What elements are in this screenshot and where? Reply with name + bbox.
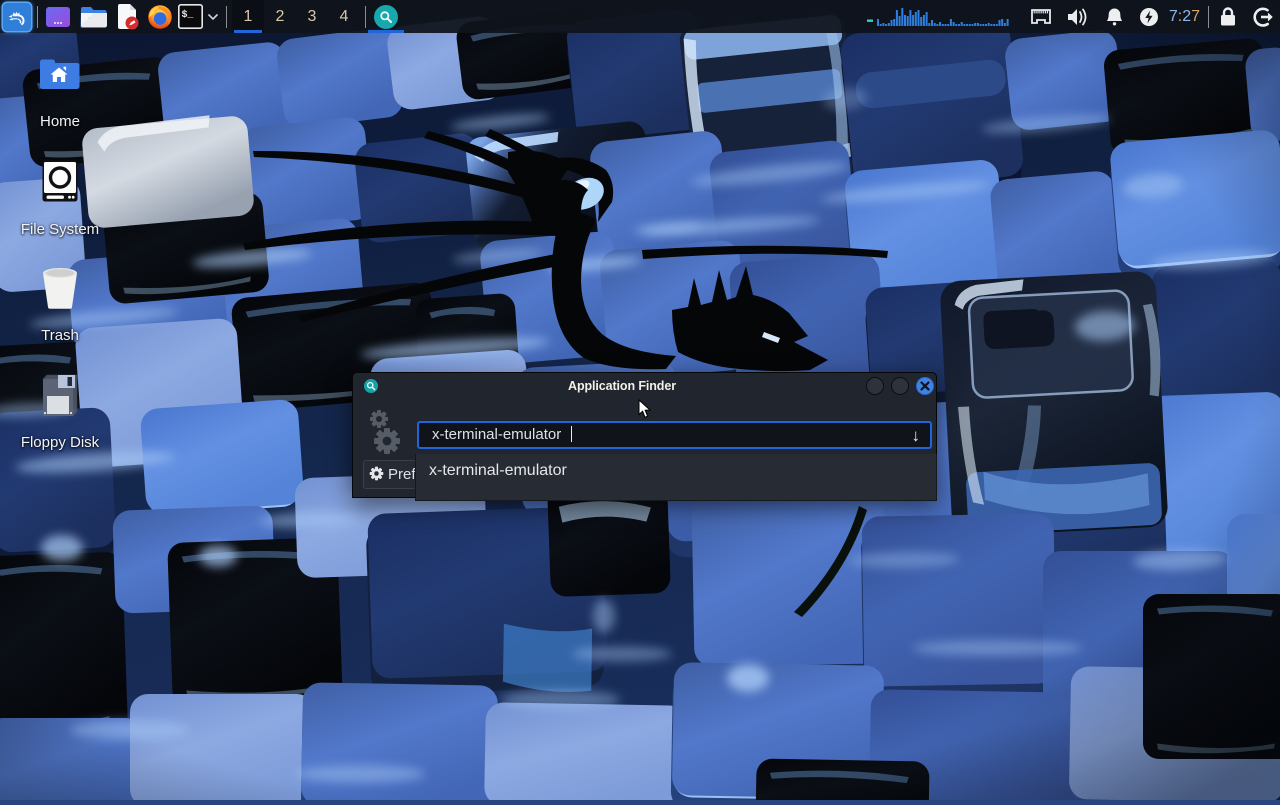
svg-text:$_: $_	[181, 9, 194, 21]
